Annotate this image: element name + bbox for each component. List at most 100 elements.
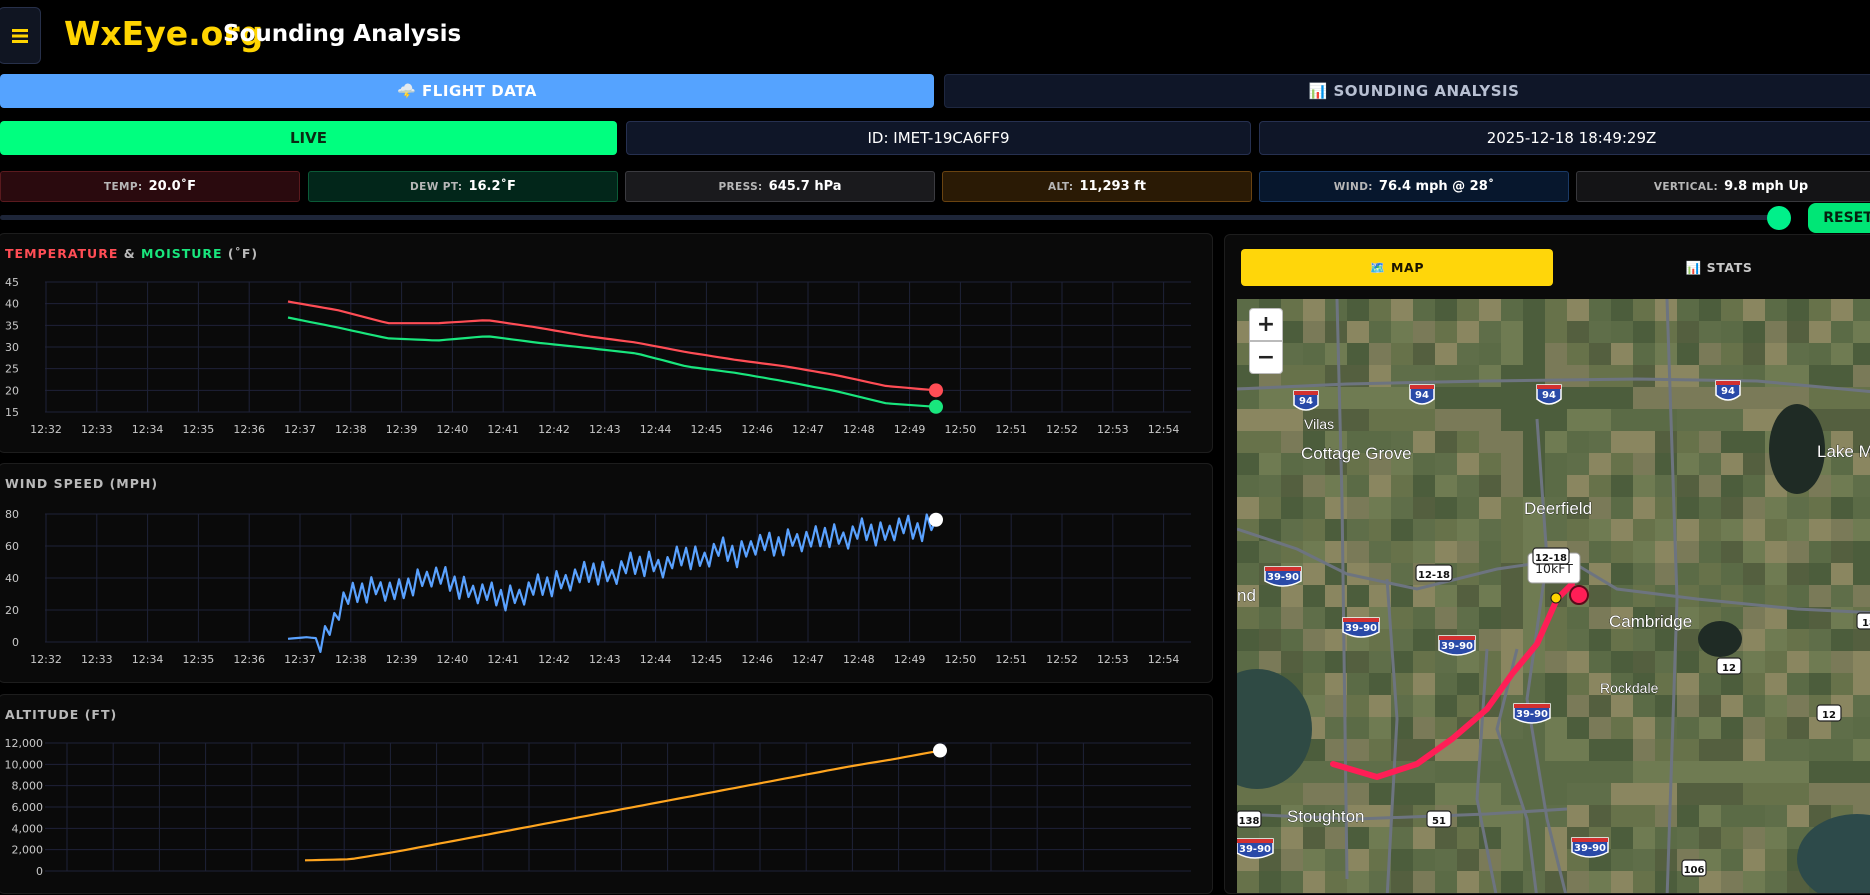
x-tick-label: 12:37 — [284, 423, 316, 436]
terrain-tile — [1391, 827, 1413, 849]
terrain-tile — [1281, 827, 1303, 849]
x-tick-label: 12:36 — [233, 423, 265, 436]
terrain-tile — [1567, 761, 1589, 783]
terrain-tile — [1699, 827, 1721, 849]
terrain-tile — [1677, 365, 1699, 387]
terrain-tile — [1435, 475, 1457, 497]
map-view[interactable]: 10kFTVilasCottage GroveLake MillsDeerfie… — [1237, 299, 1870, 894]
terrain-tile — [1567, 343, 1589, 365]
terrain-tile — [1545, 475, 1567, 497]
terrain-tile — [1721, 805, 1743, 827]
terrain-tile — [1831, 541, 1853, 563]
map-canvas[interactable]: 10kFTVilasCottage GroveLake MillsDeerfie… — [1237, 299, 1870, 894]
terrain-tile — [1743, 453, 1765, 475]
terrain-tile — [1589, 409, 1611, 431]
playback-slider-track[interactable] — [0, 215, 1780, 220]
terrain-tile — [1435, 409, 1457, 431]
terrain-tile — [1765, 827, 1787, 849]
terrain-tile — [1391, 321, 1413, 343]
terrain-tile — [1435, 695, 1457, 717]
tab-stats[interactable]: 📊 STATS — [1563, 249, 1870, 286]
terrain-tile — [1743, 871, 1765, 893]
shield-band — [1237, 839, 1273, 843]
terrain-tile — [1589, 541, 1611, 563]
terrain-tile — [1391, 343, 1413, 365]
terrain-tile — [1743, 893, 1765, 894]
terrain-tile — [1413, 629, 1435, 651]
tab-flight-data[interactable]: 🌩️ FLIGHT DATA — [0, 74, 934, 108]
terrain-tile — [1765, 563, 1787, 585]
terrain-tile — [1633, 541, 1655, 563]
terrain-tile — [1853, 673, 1870, 695]
terrain-tile — [1479, 783, 1501, 805]
terrain-tile — [1765, 695, 1787, 717]
terrain-tile — [1347, 849, 1369, 871]
menu-button[interactable] — [0, 7, 41, 64]
terrain-tile — [1809, 519, 1831, 541]
terrain-tile — [1413, 827, 1435, 849]
terrain-tile — [1633, 475, 1655, 497]
terrain-tile — [1743, 607, 1765, 629]
terrain-tile — [1545, 761, 1567, 783]
x-tick-label: 12:39 — [386, 423, 418, 436]
terrain-tile — [1237, 541, 1259, 563]
terrain-tile — [1479, 299, 1501, 321]
terrain-tile — [1523, 431, 1545, 453]
reset-button[interactable]: RESET — [1808, 203, 1870, 233]
terrain-tile — [1853, 629, 1870, 651]
terrain-tile — [1765, 321, 1787, 343]
terrain-tile — [1391, 299, 1413, 321]
terrain-tile — [1369, 497, 1391, 519]
terrain-tile — [1237, 475, 1259, 497]
zoom-in-button[interactable]: + — [1249, 308, 1283, 341]
terrain-tile — [1479, 519, 1501, 541]
x-tick-label: 12:33 — [81, 423, 113, 436]
terrain-tile — [1633, 739, 1655, 761]
terrain-tile — [1369, 651, 1391, 673]
place-label: Deerfield — [1524, 499, 1592, 518]
shield-band — [1294, 391, 1318, 395]
terrain-tile — [1611, 475, 1633, 497]
terrain-tile — [1787, 563, 1809, 585]
x-tick-label: 12:52 — [1046, 423, 1078, 436]
terrain-tile — [1611, 453, 1633, 475]
terrain-tile — [1457, 673, 1479, 695]
terrain-tile — [1303, 761, 1325, 783]
terrain-tile — [1501, 299, 1523, 321]
terrain-tile — [1677, 761, 1699, 783]
terrain-tile — [1259, 409, 1281, 431]
terrain-tile — [1721, 343, 1743, 365]
terrain-tile — [1853, 365, 1870, 387]
temp-label: TEMP: — [103, 180, 143, 193]
terrain-tile — [1853, 585, 1870, 607]
terrain-tile — [1567, 805, 1589, 827]
tab-map[interactable]: 🗺️ MAP — [1241, 249, 1553, 286]
terrain-tile — [1655, 343, 1677, 365]
zoom-out-button[interactable]: − — [1249, 341, 1283, 374]
terrain-tile — [1655, 827, 1677, 849]
terrain-tile — [1391, 541, 1413, 563]
wind-value: 76.4 mph @ 28˚ — [1378, 179, 1495, 194]
terrain-tile — [1611, 893, 1633, 894]
terrain-tile — [1347, 519, 1369, 541]
terrain-tile — [1479, 365, 1501, 387]
terrain-tile — [1765, 541, 1787, 563]
terrain-tile — [1545, 673, 1567, 695]
terrain-tile — [1677, 783, 1699, 805]
terrain-tile — [1237, 497, 1259, 519]
terrain-tile — [1259, 607, 1281, 629]
x-tick-label: 12:37 — [284, 653, 316, 666]
playback-slider-thumb[interactable] — [1767, 206, 1791, 230]
terrain-tile — [1369, 299, 1391, 321]
terrain-tile — [1347, 783, 1369, 805]
shield-band — [1537, 385, 1561, 389]
terrain-tile — [1787, 585, 1809, 607]
terrain-tile — [1743, 563, 1765, 585]
terrain-tile — [1809, 365, 1831, 387]
terrain-tile — [1633, 761, 1655, 783]
terrain-tile — [1611, 387, 1633, 409]
terrain-tile — [1655, 321, 1677, 343]
terrain-tile — [1787, 761, 1809, 783]
tab-sounding-analysis[interactable]: 📊 SOUNDING ANALYSIS — [944, 74, 1870, 108]
terrain-tile — [1611, 563, 1633, 585]
